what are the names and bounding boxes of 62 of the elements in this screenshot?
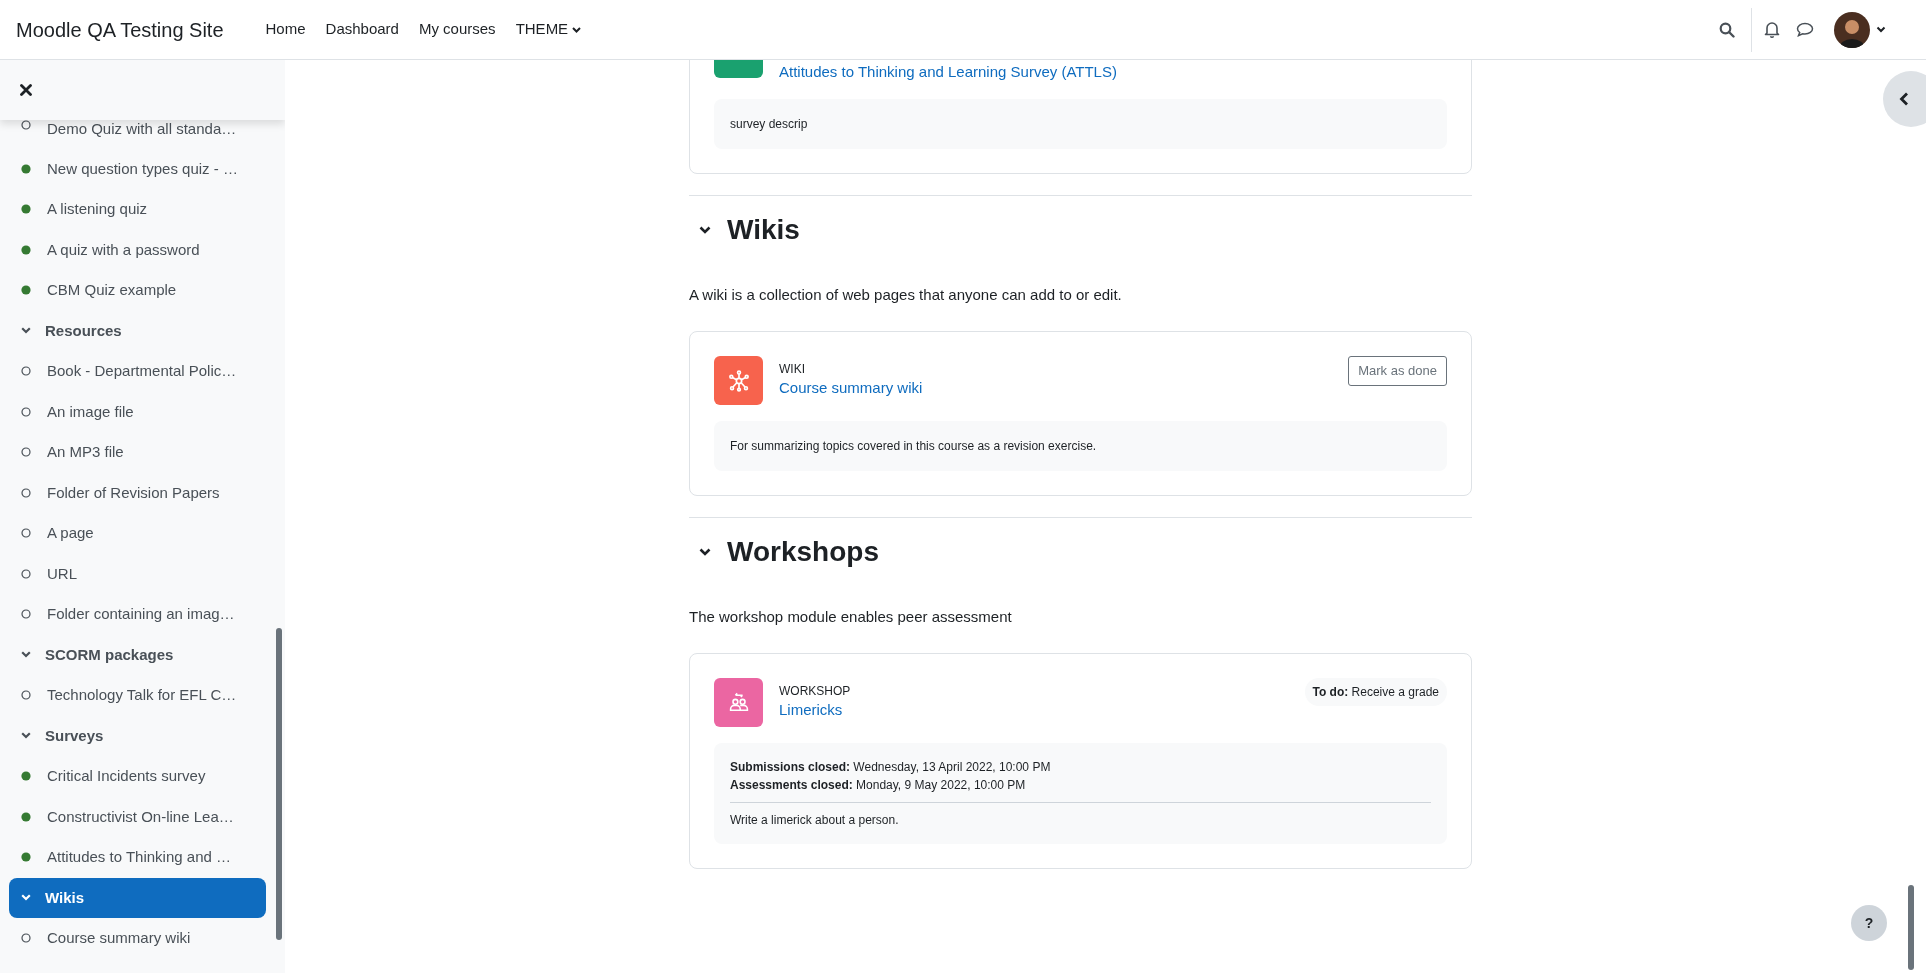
section-link[interactable]: Wikis	[9, 877, 266, 918]
activity-link[interactable]: A quiz with a password	[9, 229, 266, 270]
activity-link[interactable]: New question types quiz - …	[9, 148, 266, 189]
page-scrollbar-thumb[interactable]	[1908, 885, 1914, 970]
chevron-down-icon	[21, 651, 31, 659]
activity-link[interactable]: A page	[9, 513, 266, 554]
activity-link[interactable]: Critical Incidents survey	[9, 756, 266, 797]
activity-link[interactable]: A listening quiz	[9, 189, 266, 230]
chevron-down-icon[interactable]	[699, 548, 711, 556]
activity-link[interactable]: Folder containing an imag…	[9, 594, 266, 635]
chat-icon[interactable]	[1796, 22, 1814, 37]
help-button[interactable]: ?	[1851, 905, 1887, 941]
activity-link[interactable]: Course summary wiki	[9, 918, 266, 959]
nav-link[interactable]: My courses	[410, 10, 504, 49]
nav-link[interactable]: Dashboard	[317, 10, 407, 49]
todo-badge: To do: Receive a grade	[1304, 678, 1447, 706]
activity-link[interactable]: Attitudes to Thinking and Learning Survey (ATTLS)	[779, 61, 1117, 83]
date-text: Submissions closed: Wednesday, 13 April 2022, 10:00 PM	[730, 759, 1052, 776]
drawer-toggle-button[interactable]	[1883, 71, 1926, 127]
activity-link[interactable]: Limericks	[779, 699, 851, 721]
activity-link[interactable]: Folder of Revision Papers	[9, 472, 266, 513]
nav-link[interactable]: Home	[257, 10, 314, 49]
activity-link[interactable]: Demo Quiz with all standa…	[9, 120, 266, 149]
mark-as-done-button[interactable]: Mark as done	[1348, 356, 1447, 386]
description-text: For summarizing topics covered in this course as a revision exercise.	[730, 438, 1098, 455]
caret-icon[interactable]	[1876, 26, 1886, 33]
section-description: The workshop module enables peer assessment	[689, 607, 1013, 627]
activity-type: WIKI	[779, 361, 806, 377]
activity-link[interactable]: Constructivist On-line Lea…	[9, 796, 266, 837]
close-icon[interactable]	[20, 84, 32, 96]
activity-link[interactable]: An image file	[9, 391, 266, 432]
avatar-icon[interactable]	[1834, 11, 1870, 48]
activity-link[interactable]: Course summary wiki	[779, 377, 923, 399]
chevron-down-icon	[21, 327, 31, 335]
activity-link[interactable]: URL	[9, 553, 266, 594]
activity-link[interactable]: Attitudes to Thinking and …	[9, 837, 266, 878]
activity-type: WORKSHOP	[779, 683, 851, 699]
section-title: Wikis	[727, 213, 800, 247]
search-icon[interactable]	[1719, 21, 1735, 38]
section-description: A wiki is a collection of web pages that anyone can add to or edit.	[689, 285, 1123, 305]
network-icon	[714, 356, 763, 405]
section-title: Workshops	[727, 535, 879, 569]
description-text: Write a limerick about a person.	[730, 812, 900, 829]
site-name[interactable]: Moodle QA Testing Site	[16, 14, 224, 45]
activity-link[interactable]: Book - Departmental Polic…	[9, 351, 266, 392]
activity-link[interactable]: An MP3 file	[9, 432, 266, 473]
scrollbar-thumb[interactable]	[276, 628, 282, 940]
chevron-down-icon	[21, 894, 31, 902]
chevron-down-icon[interactable]	[699, 226, 711, 234]
section-link[interactable]: SCORM packages	[9, 634, 266, 675]
nav-link[interactable]: THEME	[507, 10, 590, 49]
people-icon	[714, 678, 763, 727]
date-text: Assessments closed: Monday, 9 May 2022, 10:00 PM	[730, 777, 1027, 794]
activity-link[interactable]: CBM Quiz example	[9, 270, 266, 311]
bell-icon[interactable]	[1764, 21, 1780, 38]
section-link[interactable]: Resources	[9, 310, 266, 351]
caret-icon[interactable]	[572, 26, 582, 33]
activity-link[interactable]: Technology Talk for EFL C…	[9, 675, 266, 716]
chevron-left-icon	[1899, 92, 1909, 106]
description-text: survey descrip	[730, 116, 809, 133]
chevron-down-icon	[21, 732, 31, 740]
section-link[interactable]: Surveys	[9, 715, 266, 756]
